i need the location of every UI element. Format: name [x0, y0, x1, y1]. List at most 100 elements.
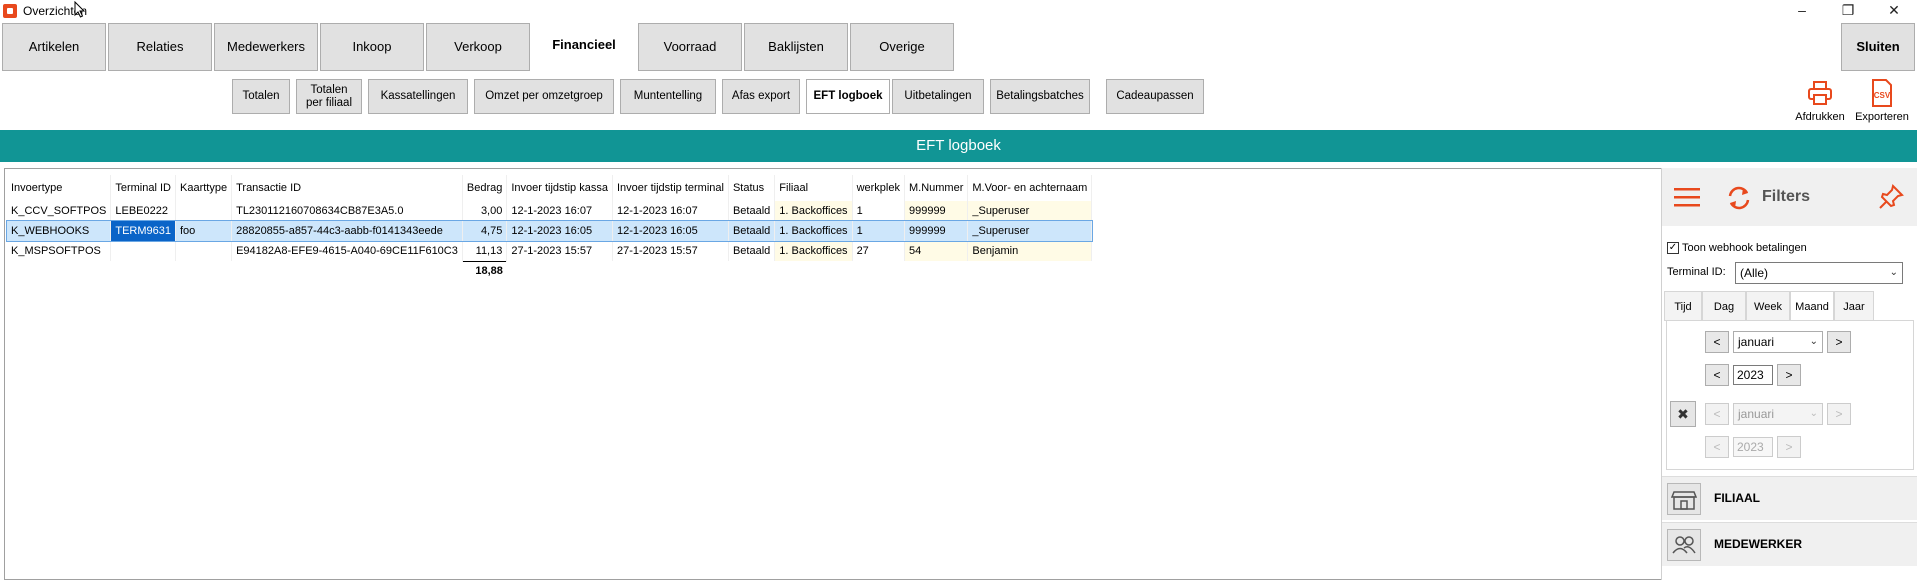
sluiten-button[interactable]: Sluiten: [1841, 23, 1915, 71]
to-month-select[interactable]: januari ⌄: [1733, 403, 1823, 425]
col-header[interactable]: werkplek: [852, 175, 905, 201]
tab-relaties[interactable]: Relaties: [108, 23, 212, 71]
col-header[interactable]: Transactie ID: [231, 175, 463, 201]
period-tab-maand[interactable]: Maand: [1790, 291, 1834, 321]
webhook-checkbox[interactable]: ✓: [1667, 242, 1679, 254]
col-header[interactable]: Invoertype: [7, 175, 112, 201]
tab-financieel[interactable]: Financieel: [532, 23, 636, 71]
subtab-kassatellingen[interactable]: Kassatellingen: [368, 79, 468, 114]
cell[interactable]: LEBE0222: [110, 201, 176, 221]
cell[interactable]: 3,00: [462, 201, 508, 221]
cell[interactable]: E94182A8-EFE9-4615-A040-69CE11F610C3: [231, 241, 463, 261]
terminal-select[interactable]: (Alle) ⌄: [1735, 262, 1903, 284]
cell[interactable]: 27-1-2023 15:57: [506, 241, 613, 261]
filiaal-filter-button[interactable]: FILIAAL: [1662, 476, 1917, 520]
col-header[interactable]: Invoer tijdstip terminal: [612, 175, 729, 201]
tab-overige[interactable]: Overige: [850, 23, 954, 71]
col-header[interactable]: Invoer tijdstip kassa: [506, 175, 613, 201]
minimize-button[interactable]: –: [1780, 0, 1824, 22]
cell[interactable]: 27: [852, 241, 905, 261]
from-year-input[interactable]: 2023: [1733, 365, 1773, 385]
col-header[interactable]: Terminal ID: [110, 175, 176, 201]
subtab-afas-export[interactable]: Afas export: [722, 79, 800, 114]
cell[interactable]: foo: [175, 221, 233, 241]
subtab-cadeaupassen[interactable]: Cadeaupassen: [1106, 79, 1204, 114]
col-header[interactable]: Status: [728, 175, 776, 201]
next-end-year-button[interactable]: >: [1777, 436, 1801, 458]
cell[interactable]: K_CCV_SOFTPOS: [7, 201, 112, 221]
webhook-checkbox-row[interactable]: ✓ Toon webhook betalingen: [1667, 242, 1807, 254]
cell[interactable]: 12-1-2023 16:07: [506, 201, 613, 221]
window-close-button[interactable]: ✕: [1872, 0, 1916, 22]
cell[interactable]: 1. Backoffices: [774, 221, 853, 241]
export-button[interactable]: CSV Exporteren: [1851, 78, 1913, 124]
cell[interactable]: Betaald: [728, 221, 776, 241]
next-end-month-button[interactable]: >: [1827, 403, 1851, 425]
cell[interactable]: K_MSPSOFTPOS: [7, 241, 112, 261]
subtab-muntentelling[interactable]: Muntentelling: [620, 79, 716, 114]
hamburger-menu-icon[interactable]: [1674, 186, 1700, 208]
tab-inkoop[interactable]: Inkoop: [320, 23, 424, 71]
cell[interactable]: 54: [904, 241, 969, 261]
cell[interactable]: Betaald: [728, 201, 776, 221]
restore-button[interactable]: ❐: [1826, 0, 1870, 22]
cell[interactable]: 12-1-2023 16:05: [506, 221, 613, 241]
refresh-icon[interactable]: [1725, 184, 1753, 212]
period-tab-dag[interactable]: Dag: [1702, 291, 1746, 321]
cell[interactable]: Benjamin: [967, 241, 1093, 261]
subtab-betalingsbatches[interactable]: Betalingsbatches: [990, 79, 1090, 114]
eft-table[interactable]: Invoertype Terminal ID Kaarttype Transac…: [6, 175, 1093, 281]
col-header[interactable]: M.Voor- en achternaam: [967, 175, 1093, 201]
cell[interactable]: _Superuser: [967, 201, 1093, 221]
subtab-omzet-per-omzetgroep[interactable]: Omzet per omzetgroep: [474, 79, 614, 114]
subtab-totalen[interactable]: Totalen: [232, 79, 290, 114]
tab-baklijsten[interactable]: Baklijsten: [744, 23, 848, 71]
tab-medewerkers[interactable]: Medewerkers: [214, 23, 318, 71]
cell-focused[interactable]: TERM9631: [110, 221, 176, 241]
tab-artikelen[interactable]: Artikelen: [2, 23, 106, 71]
cell[interactable]: 1. Backoffices: [774, 241, 853, 261]
prev-year-button[interactable]: <: [1705, 364, 1729, 386]
col-header[interactable]: Filiaal: [774, 175, 853, 201]
from-month-select[interactable]: januari ⌄: [1733, 331, 1823, 353]
cell[interactable]: 12-1-2023 16:07: [612, 201, 729, 221]
col-header[interactable]: Bedrag: [462, 175, 508, 201]
table-row[interactable]: K_CCV_SOFTPOS LEBE0222 TL230112160708634…: [7, 201, 1093, 221]
cell[interactable]: 999999: [904, 201, 969, 221]
cell[interactable]: 28820855-a857-44c3-aabb-f0141343eede: [231, 221, 463, 241]
cell[interactable]: 1: [852, 201, 905, 221]
cell[interactable]: TL230112160708634CB87E3A5.0: [231, 201, 463, 221]
to-year-input[interactable]: 2023: [1733, 437, 1773, 457]
print-button[interactable]: Afdrukken: [1789, 78, 1851, 124]
cell[interactable]: 11,13: [462, 241, 508, 261]
table-row[interactable]: K_MSPSOFTPOS E94182A8-EFE9-4615-A040-69C…: [7, 241, 1093, 261]
period-tab-jaar[interactable]: Jaar: [1834, 291, 1874, 321]
medewerker-filter-button[interactable]: MEDEWERKER: [1662, 522, 1917, 566]
table-row-selected[interactable]: K_WEBHOOKS TERM9631 foo 28820855-a857-44…: [6, 220, 1093, 242]
cell[interactable]: [175, 241, 233, 261]
cell[interactable]: 4,75: [462, 221, 508, 241]
cell[interactable]: Betaald: [728, 241, 776, 261]
subtab-uitbetalingen[interactable]: Uitbetalingen: [892, 79, 984, 114]
cell[interactable]: [110, 241, 176, 261]
pin-icon[interactable]: [1878, 184, 1904, 210]
next-month-button[interactable]: >: [1827, 331, 1851, 353]
cell[interactable]: 999999: [904, 221, 969, 241]
subtab-eft-logboek[interactable]: EFT logboek: [806, 79, 890, 114]
next-year-button[interactable]: >: [1777, 364, 1801, 386]
period-tab-week[interactable]: Week: [1746, 291, 1790, 321]
period-tab-tijd[interactable]: Tijd: [1664, 291, 1702, 321]
col-header[interactable]: Kaarttype: [175, 175, 233, 201]
clear-end-date-button[interactable]: ✖: [1670, 401, 1696, 427]
cell[interactable]: 12-1-2023 16:05: [612, 221, 729, 241]
cell[interactable]: 1. Backoffices: [774, 201, 853, 221]
cell[interactable]: _Superuser: [967, 221, 1093, 241]
cell[interactable]: [175, 201, 233, 221]
prev-month-button[interactable]: <: [1705, 331, 1729, 353]
subtab-totalen-per-filiaal[interactable]: Totalen per filiaal: [296, 79, 362, 114]
prev-end-month-button[interactable]: <: [1705, 403, 1729, 425]
tab-verkoop[interactable]: Verkoop: [426, 23, 530, 71]
cell[interactable]: K_WEBHOOKS: [7, 221, 112, 241]
tab-voorraad[interactable]: Voorraad: [638, 23, 742, 71]
prev-end-year-button[interactable]: <: [1705, 436, 1729, 458]
